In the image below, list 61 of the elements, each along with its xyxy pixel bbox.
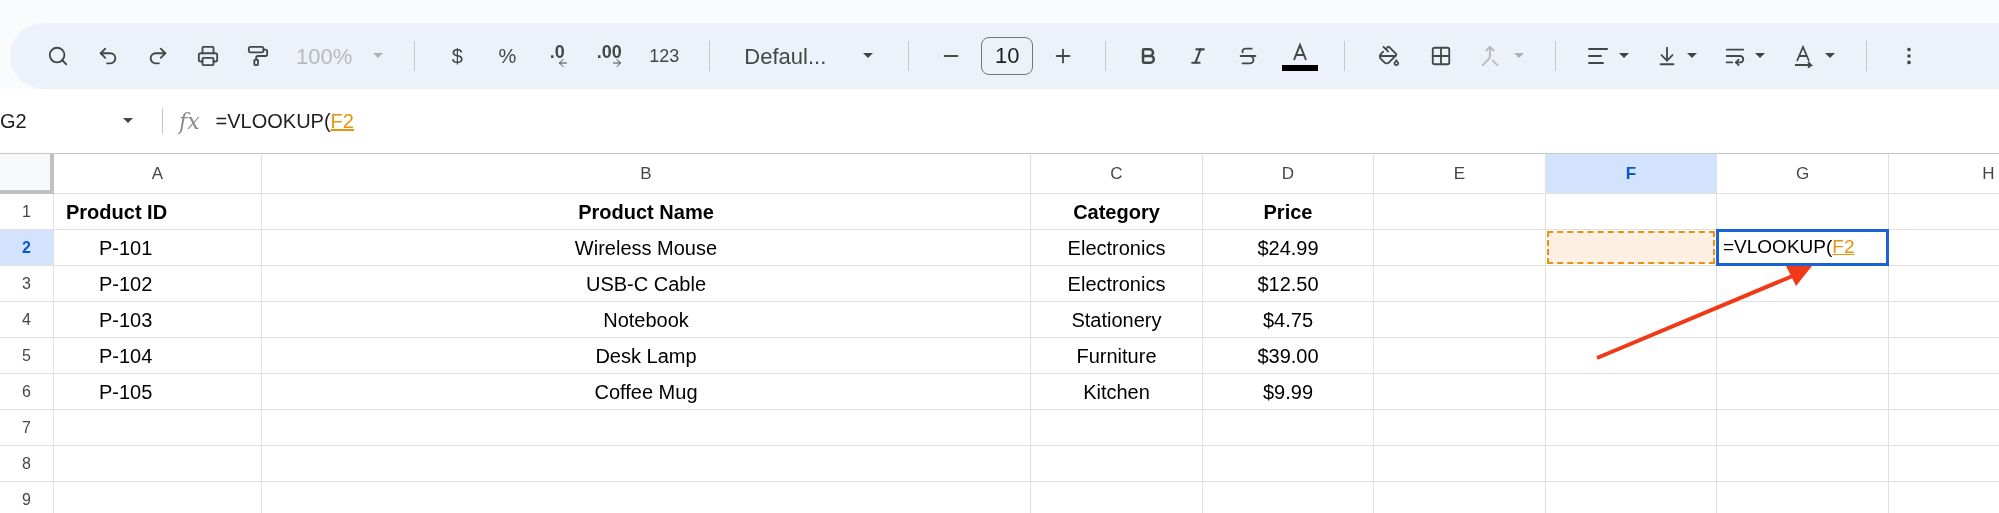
column-header[interactable]: F — [1546, 154, 1717, 194]
column-header[interactable]: A — [54, 154, 262, 194]
name-box[interactable]: G2 — [0, 106, 150, 136]
font-select[interactable]: Defaul... — [732, 36, 887, 76]
caret-icon — [862, 52, 875, 60]
table-cell-text: Electronics — [1067, 235, 1166, 261]
row-header[interactable]: 5 — [0, 338, 54, 374]
table-cell-text: $4.75 — [1262, 307, 1314, 333]
header-cell-text: Product Name — [578, 199, 714, 225]
table-cell-text: P-105 — [99, 379, 153, 405]
cell-editor[interactable]: =VLOOKUP(F2 — [1716, 229, 1889, 266]
table-cell-text: Coffee Mug — [594, 379, 698, 405]
increase-decimals-button[interactable]: .00 — [587, 36, 632, 76]
table-cell-text: Stationery — [1071, 307, 1162, 333]
caret-icon — [1754, 52, 1767, 60]
row-header[interactable]: 2 — [0, 230, 54, 266]
font-size-field[interactable]: 10 — [981, 37, 1034, 75]
table-cell-text: Kitchen — [1083, 379, 1150, 405]
column-header[interactable]: G — [1717, 154, 1889, 194]
row-header[interactable]: 9 — [0, 482, 54, 513]
arrow-right-icon — [611, 57, 624, 69]
table-cell-text: P-104 — [99, 343, 153, 369]
table-cell-text: $12.50 — [1257, 271, 1319, 297]
table-cell-text: Notebook — [603, 307, 689, 333]
table-cell-text: Wireless Mouse — [574, 235, 718, 261]
caret-icon — [1618, 52, 1631, 60]
currency-button[interactable]: $ — [437, 36, 478, 76]
table-cell-text: $39.00 — [1257, 343, 1319, 369]
table-cell-text: USB-C Cable — [585, 271, 706, 297]
table-cell-text: $24.99 — [1257, 235, 1319, 261]
table-cell-text: P-103 — [99, 307, 153, 333]
caret-icon — [1686, 52, 1699, 60]
row-header[interactable]: 4 — [0, 302, 54, 338]
referenced-cell[interactable] — [1547, 231, 1715, 264]
caret-icon — [372, 52, 385, 60]
caret-icon — [122, 117, 134, 125]
table-cell-text: Desk Lamp — [595, 343, 697, 369]
row-header[interactable]: 8 — [0, 446, 54, 482]
column-header[interactable]: D — [1203, 154, 1374, 194]
column-header[interactable]: B — [262, 154, 1031, 194]
header-cell-text: Price — [1263, 199, 1313, 225]
table-cell-text: Electronics — [1067, 271, 1166, 297]
table-cell-text: P-102 — [99, 271, 153, 297]
row-header[interactable]: 7 — [0, 410, 54, 446]
table-cell-text: $9.99 — [1262, 379, 1314, 405]
caret-icon — [1513, 52, 1526, 60]
caret-icon — [1824, 52, 1837, 60]
decrease-decimals-button[interactable]: .0 — [537, 36, 578, 76]
percent-button[interactable]: % — [487, 36, 528, 76]
table-cell-text: Furniture — [1076, 343, 1157, 369]
table-cell-text: P-101 — [99, 235, 153, 261]
row-header[interactable]: 3 — [0, 266, 54, 302]
row-header[interactable]: 6 — [0, 374, 54, 410]
number-format-button[interactable]: 123 — [641, 36, 688, 76]
header-cell-text: Product ID — [66, 199, 168, 225]
function-label: fx — [179, 107, 200, 136]
header-cell-text: Category — [1073, 199, 1160, 225]
arrow-left-icon — [557, 57, 570, 69]
column-header[interactable]: C — [1031, 154, 1203, 194]
formula-field[interactable]: =VLOOKUP(F2 — [215, 106, 354, 136]
column-header[interactable]: H — [1889, 154, 1999, 194]
